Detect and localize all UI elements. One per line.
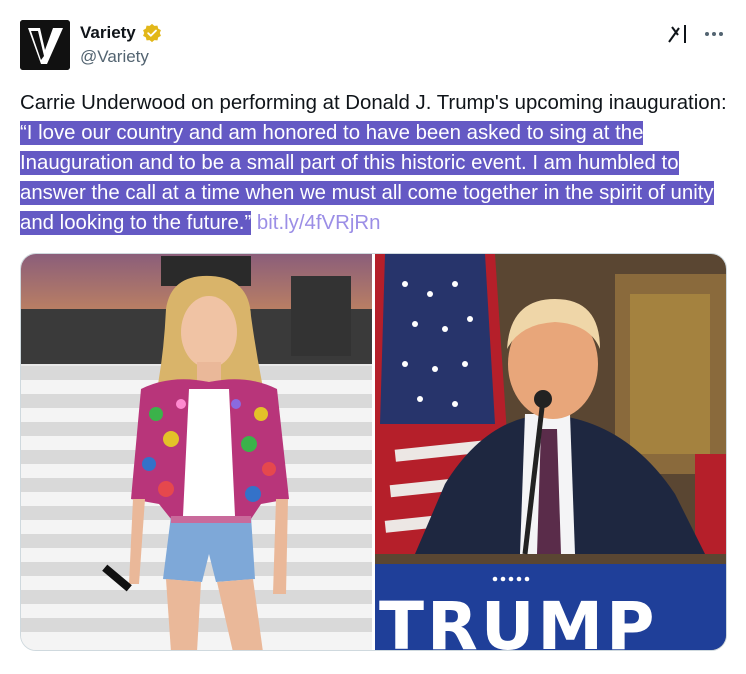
variety-logo-icon — [20, 20, 70, 70]
photo-donald-trump[interactable]: TRUMP — [375, 254, 726, 650]
grok-icon[interactable] — [666, 22, 690, 46]
more-icon[interactable] — [702, 22, 726, 46]
carrie-underwood-image — [21, 254, 372, 650]
tweet-link[interactable]: bit.ly/4fVRjRn — [257, 212, 381, 234]
tweet-media[interactable]: TRUMP — [20, 253, 727, 651]
author-handle[interactable]: @Variety — [80, 47, 162, 67]
author-info: Variety @Variety — [80, 22, 162, 67]
verified-badge-icon[interactable] — [142, 23, 162, 43]
author-avatar[interactable]: V — [20, 20, 70, 70]
photo-carrie-underwood[interactable] — [21, 254, 372, 650]
tweet-intro-text: Carrie Underwood on performing at Donald… — [20, 92, 727, 114]
tweet-text: Carrie Underwood on performing at Donald… — [20, 88, 732, 238]
tweet-header: V Variety @Variety — [20, 18, 726, 70]
author-display-name[interactable]: Variety — [80, 23, 136, 43]
podium-trump-text: TRUMP — [379, 588, 658, 651]
